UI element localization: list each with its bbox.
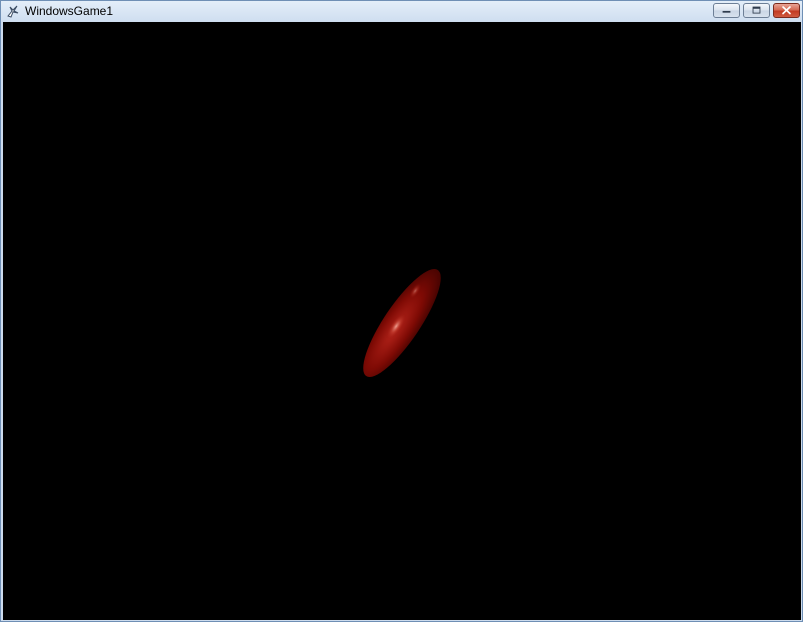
game-viewport[interactable] <box>3 22 801 620</box>
minimize-button[interactable] <box>713 3 740 18</box>
maximize-button[interactable] <box>743 3 770 18</box>
window-title: WindowsGame1 <box>25 4 114 18</box>
close-icon <box>782 6 791 15</box>
red-ellipsoid <box>363 268 441 378</box>
xna-game-icon[interactable] <box>5 4 20 19</box>
game-window: WindowsGame1 <box>0 0 803 622</box>
close-button[interactable] <box>773 3 800 18</box>
minimize-icon <box>722 10 731 13</box>
title-bar[interactable]: WindowsGame1 <box>1 1 802 22</box>
scene-canvas <box>363 268 441 378</box>
maximize-icon <box>752 6 761 14</box>
